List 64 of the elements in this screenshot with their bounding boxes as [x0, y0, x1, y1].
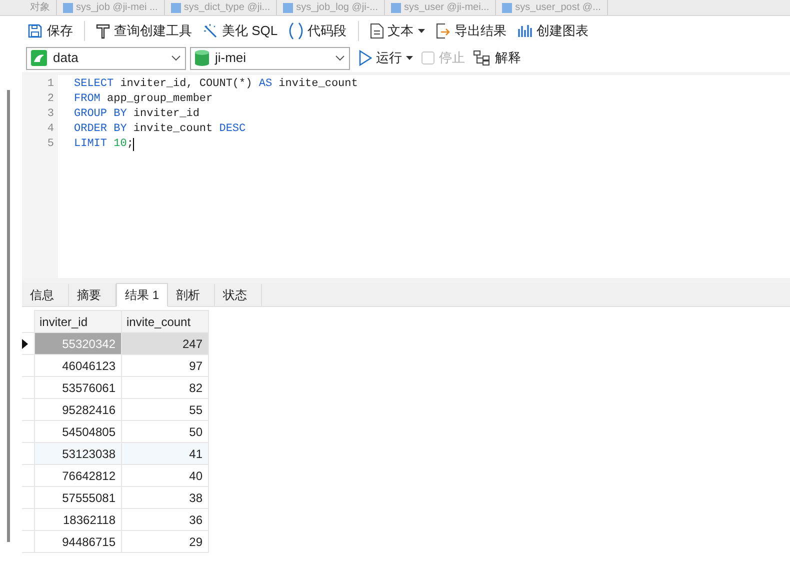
table-cell: 95282416	[34, 398, 121, 420]
export-icon	[434, 23, 451, 39]
table-cell: 53576061	[34, 376, 121, 398]
table-icon	[391, 2, 401, 12]
chevron-down-icon	[171, 55, 181, 61]
column-header[interactable]: inviter_id	[34, 310, 121, 332]
line-number: 3	[47, 107, 54, 122]
result-tab[interactable]: 结果 1	[116, 283, 168, 307]
table-cell: 76642812	[34, 464, 121, 486]
column-header[interactable]: invite_count	[121, 310, 208, 332]
code-line: SELECT inviter_id, COUNT(*) AS invite_count	[74, 77, 359, 92]
bar-chart-icon	[516, 23, 533, 39]
table-cell: 57555081	[34, 486, 121, 508]
code-line: ORDER BY invite_count DESC	[74, 122, 247, 137]
table-cell: 82	[121, 376, 208, 398]
snippet-button[interactable]: 代码段	[286, 19, 348, 43]
table-cell: 55320342	[34, 332, 121, 354]
chevron-down-icon	[335, 55, 345, 61]
save-button[interactable]: 保存	[26, 19, 74, 43]
line-number: 4	[47, 122, 54, 137]
table-cell: 55	[121, 398, 208, 420]
code-line: GROUP BY inviter_id	[74, 107, 200, 122]
text-button[interactable]: 文本	[368, 19, 426, 43]
dolphin-icon	[31, 50, 47, 66]
database-select[interactable]: ji-mei	[190, 46, 350, 70]
table-cell: 53123038	[34, 442, 121, 464]
table-icon	[502, 2, 512, 12]
table-cell: 18362118	[34, 508, 121, 530]
stop-icon	[421, 51, 435, 65]
connection-select[interactable]: data	[26, 46, 186, 70]
parentheses-icon	[288, 22, 304, 40]
play-icon	[358, 50, 372, 66]
table-cell: 29	[121, 530, 208, 552]
document-icon	[370, 23, 384, 39]
chart-button[interactable]: 创建图表	[516, 19, 590, 43]
diagram-icon	[473, 50, 491, 66]
table-cell: 46046123	[34, 354, 121, 376]
table-cell: 41	[121, 442, 208, 464]
export-button[interactable]: 导出结果	[434, 19, 508, 43]
run-button[interactable]: 运行	[358, 46, 413, 70]
table-icon	[170, 2, 181, 12]
table-cell: 40	[121, 464, 208, 486]
save-icon	[27, 23, 43, 39]
table-icon	[63, 2, 73, 12]
line-number: 1	[47, 77, 54, 92]
magic-wand-icon	[202, 23, 218, 39]
code-line: FROM app_group_member	[74, 92, 214, 107]
line-number: 5	[47, 137, 54, 152]
text-cursor	[133, 138, 134, 151]
line-number: 2	[47, 92, 54, 107]
table-cell: 38	[121, 486, 208, 508]
table-cell: 50	[121, 420, 208, 442]
row-pointer-icon	[22, 338, 28, 348]
database-icon	[195, 50, 209, 66]
table-icon	[283, 2, 294, 12]
table-cell: 94486715	[34, 530, 121, 552]
table-cell: 54504805	[34, 420, 121, 442]
table-cell: 97	[121, 354, 208, 376]
table-cell: 247	[121, 332, 208, 354]
builder-button[interactable]: 查询创建工具	[95, 19, 193, 43]
beautify-button[interactable]: 美化 SQL	[201, 19, 279, 43]
table-cell: 36	[121, 508, 208, 530]
code-line: LIMIT 10;	[74, 137, 136, 152]
explain-button[interactable]: 解释	[473, 46, 521, 70]
